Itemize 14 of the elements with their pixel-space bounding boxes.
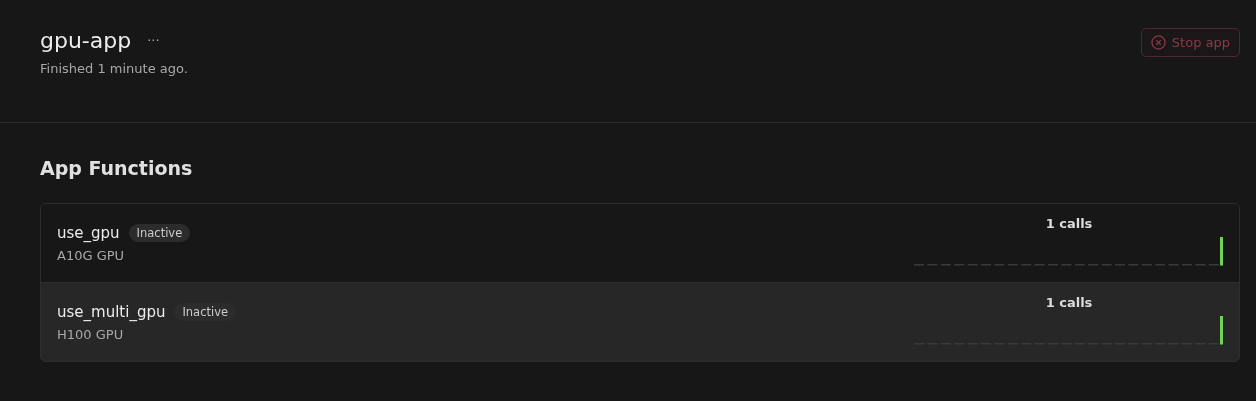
- gpu-label: H100 GPU: [57, 326, 125, 342]
- calls-count: 1 calls: [1045, 295, 1093, 310]
- gpu-label: A10G GPU: [57, 247, 126, 263]
- function-name: use_multi_gpu: [57, 302, 166, 321]
- function-row[interactable]: use_multi_gpu Inactive H100 GPU 1 calls: [41, 282, 1239, 361]
- status-badge: Inactive: [128, 223, 191, 242]
- more-button[interactable]: ···: [143, 33, 164, 48]
- app-title: gpu-app: [40, 28, 132, 53]
- function-name: use_gpu: [57, 223, 120, 242]
- status-badge: Inactive: [174, 302, 237, 321]
- section-title: App Functions: [40, 157, 194, 179]
- calls-count: 1 calls: [1045, 216, 1093, 231]
- close-circle-icon: [1150, 35, 1166, 50]
- status-text: Finished 1 minute ago.: [40, 61, 188, 76]
